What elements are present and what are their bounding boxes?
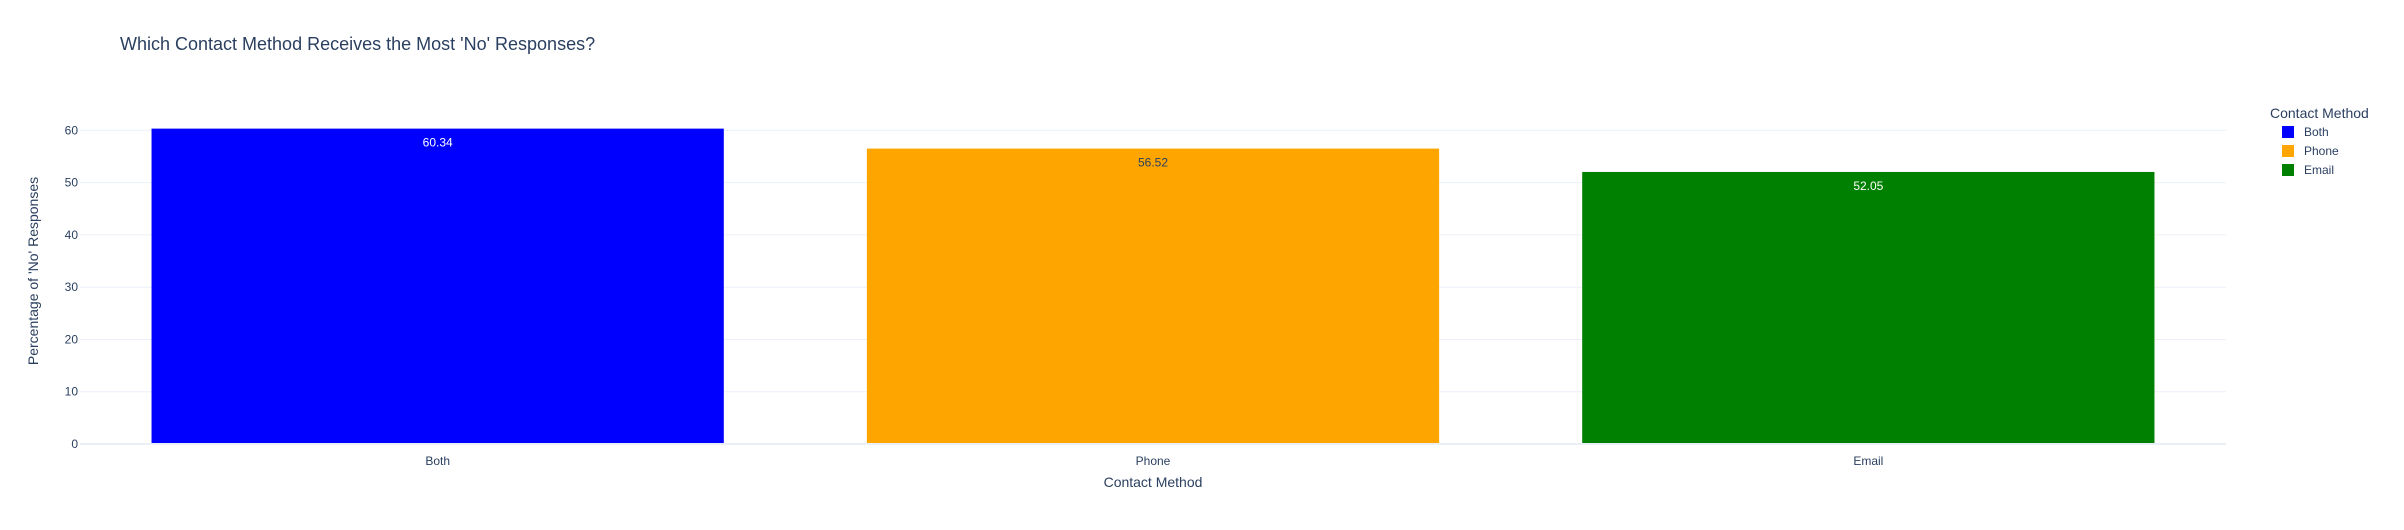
legend-title: Contact Method: [2270, 105, 2369, 121]
y-tick-label: 50: [65, 176, 79, 190]
x-tick-label-phone: Phone: [1136, 454, 1171, 468]
y-tick-label: 60: [65, 123, 79, 137]
y-tick-label: 0: [71, 437, 78, 451]
legend-swatch-email[interactable]: [2282, 164, 2294, 176]
x-axis-title: Contact Method: [1104, 474, 1203, 490]
chart-title: Which Contact Method Receives the Most '…: [120, 34, 595, 54]
legend-label-phone[interactable]: Phone: [2304, 144, 2339, 158]
x-tick-label-email: Email: [1853, 454, 1883, 468]
legend-swatch-phone[interactable]: [2282, 145, 2294, 157]
data-label-email: 52.05: [1853, 179, 1883, 193]
bars: [151, 128, 2155, 444]
legend-label-email[interactable]: Email: [2304, 163, 2334, 177]
y-tick-label: 10: [65, 385, 79, 399]
y-tick-label: 30: [65, 280, 79, 294]
legend-label-both[interactable]: Both: [2304, 125, 2329, 139]
bar-email: [1582, 171, 2155, 444]
chart: 60.34 56.52 52.05 0 10 20 30 40 50 60 Both Phone Em…: [0, 0, 2404, 525]
bar-both: [151, 128, 724, 444]
y-axis-title: Percentage of 'No' Responses: [25, 177, 41, 365]
x-tick-label-both: Both: [425, 454, 450, 468]
y-tick-label: 20: [65, 332, 79, 346]
data-label-phone: 56.52: [1138, 156, 1168, 170]
bar-chart-svg: 60.34 56.52 52.05 0 10 20 30 40 50 60 Both Phone Em…: [25, 34, 2369, 490]
y-tick-label: 40: [65, 228, 79, 242]
legend: Contact Method Both Phone Email: [2270, 105, 2369, 177]
data-label-both: 60.34: [423, 136, 453, 150]
bar-phone: [866, 148, 1440, 444]
legend-items: Both Phone Email: [2282, 125, 2339, 177]
legend-swatch-both[interactable]: [2282, 126, 2294, 138]
